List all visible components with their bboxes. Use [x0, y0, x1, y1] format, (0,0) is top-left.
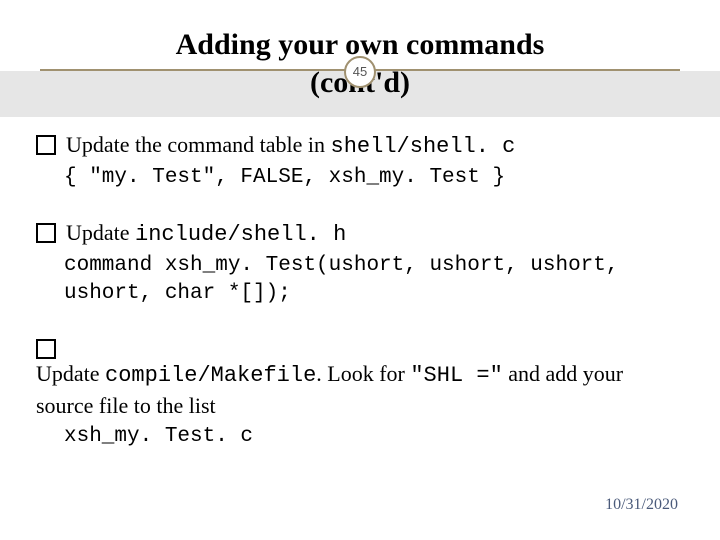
code-run: compile/Makefile	[105, 363, 316, 388]
code-run: shell/shell. c	[331, 134, 516, 159]
text-run: Update	[36, 361, 105, 386]
bullet-lead: Update compile/Makefile. Look for "SHL =…	[36, 334, 680, 420]
bullet-item: Update include/shell. h command xsh_my. …	[36, 218, 680, 308]
square-bullet-icon	[36, 339, 56, 359]
bullet-lead: Update the command table in shell/shell.…	[36, 130, 680, 162]
slide-title: Adding your own commands (cont'd) 45	[0, 0, 720, 101]
code-block: xsh_my. Test. c	[64, 423, 680, 451]
bullet-text: Update compile/Makefile. Look for "SHL =…	[36, 359, 680, 420]
square-bullet-icon	[36, 135, 56, 155]
code-run: include/shell. h	[135, 222, 346, 247]
square-bullet-icon	[36, 223, 56, 243]
slide: Adding your own commands (cont'd) 45 Upd…	[0, 0, 720, 540]
bullet-lead: Update include/shell. h	[36, 218, 680, 250]
bullet-item: Update compile/Makefile. Look for "SHL =…	[36, 334, 680, 451]
slide-body: Update the command table in shell/shell.…	[36, 130, 680, 477]
bullet-item: Update the command table in shell/shell.…	[36, 130, 680, 192]
bullet-text: Update the command table in shell/shell.…	[66, 130, 680, 162]
page-number-badge: 45	[344, 56, 376, 88]
text-run: . Look for	[316, 361, 410, 386]
bullet-text: Update include/shell. h	[66, 218, 680, 250]
code-block: command xsh_my. Test(ushort, ushort, ush…	[64, 252, 680, 309]
text-run: Update the command table in	[66, 132, 331, 157]
code-run: "SHL ="	[410, 363, 502, 388]
footer-date: 10/31/2020	[605, 496, 678, 514]
text-run: Update	[66, 220, 135, 245]
code-block: { "my. Test", FALSE, xsh_my. Test }	[64, 164, 680, 192]
